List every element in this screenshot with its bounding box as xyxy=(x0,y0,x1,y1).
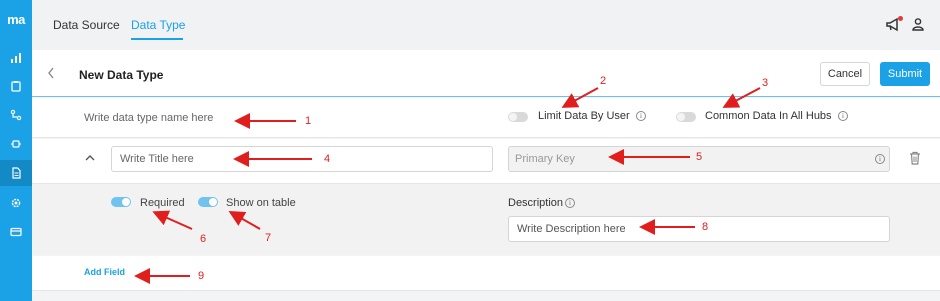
annotation-number: 1 xyxy=(305,115,312,127)
document-icon xyxy=(12,167,21,179)
cancel-button[interactable]: Cancel xyxy=(820,62,870,86)
common-data-label: Common Data In All Hubs xyxy=(705,110,832,122)
nav-billing[interactable] xyxy=(0,219,32,245)
annotation-number: 5 xyxy=(696,151,703,163)
page-footer-gap xyxy=(32,291,940,301)
required-toggle[interactable] xyxy=(111,197,131,207)
show-on-table-label: Show on table xyxy=(226,197,296,209)
limit-by-user-toggle[interactable] xyxy=(508,112,528,122)
annotation-number: 7 xyxy=(265,232,272,244)
common-data-toggle[interactable] xyxy=(676,112,696,122)
data-type-name-input[interactable] xyxy=(84,108,284,128)
description-input[interactable] xyxy=(508,216,890,242)
info-icon[interactable]: i xyxy=(565,198,575,208)
add-field-link[interactable]: Add Field xyxy=(84,267,125,277)
bar-chart-icon xyxy=(11,53,21,63)
back-chevron-icon[interactable] xyxy=(46,66,56,80)
required-label: Required xyxy=(140,197,185,209)
info-icon[interactable]: i xyxy=(875,154,885,164)
tab-data-source[interactable]: Data Source xyxy=(53,18,120,32)
annotation-number: 4 xyxy=(324,153,331,165)
show-on-table-toggle[interactable] xyxy=(198,197,218,207)
chevron-up-icon[interactable] xyxy=(84,153,96,163)
nav-integrations[interactable] xyxy=(0,131,32,157)
annotation-number: 6 xyxy=(200,233,207,245)
tab-data-type[interactable]: Data Type xyxy=(131,18,185,32)
limit-by-user-label: Limit Data By User xyxy=(538,110,630,122)
info-icon[interactable]: i xyxy=(636,111,646,121)
field-row: i xyxy=(32,139,940,183)
annotation-number: 9 xyxy=(198,270,205,282)
app-logo[interactable]: ma xyxy=(0,12,32,27)
page-title: New Data Type xyxy=(79,68,164,82)
clipboard-icon xyxy=(11,81,21,92)
field-title-input[interactable] xyxy=(111,146,493,172)
nav-data-types[interactable] xyxy=(0,160,32,186)
trash-icon[interactable] xyxy=(909,151,921,165)
field-options: Required Show on table Description i xyxy=(32,183,940,255)
nav-workflows[interactable] xyxy=(0,102,32,128)
card-icon xyxy=(10,227,22,237)
top-bar: Data Source Data Type xyxy=(32,0,940,50)
user-icon[interactable] xyxy=(911,17,925,31)
sidebar: ma xyxy=(0,0,32,301)
settings-icon xyxy=(11,198,21,208)
submit-button[interactable]: Submit xyxy=(880,62,930,86)
description-label: Description xyxy=(508,197,564,209)
page-header: New Data Type Cancel Submit xyxy=(32,50,940,97)
workflow-icon xyxy=(10,109,22,121)
add-field-row: Add Field xyxy=(32,256,940,291)
notification-badge xyxy=(898,16,903,21)
annotation-number: 3 xyxy=(762,77,769,89)
nav-tasks[interactable] xyxy=(0,73,32,99)
annotation-number: 2 xyxy=(600,75,607,87)
nav-analytics[interactable] xyxy=(0,45,32,71)
data-type-name-row: Limit Data By User i Common Data In All … xyxy=(32,98,940,138)
info-icon[interactable]: i xyxy=(838,111,848,121)
plug-icon xyxy=(11,140,21,148)
annotation-number: 8 xyxy=(702,221,709,233)
nav-settings[interactable] xyxy=(0,190,32,216)
active-tab-indicator xyxy=(131,38,183,40)
